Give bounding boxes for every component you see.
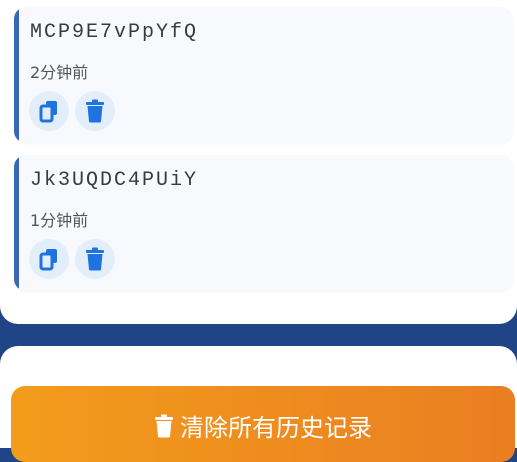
history-panel: MCP9E7vPpYfQ 2分钟前 Jk3UQDC4PUiY 1分钟前 (0, 0, 517, 324)
item-accent-bar (14, 7, 19, 143)
timestamp: 2分钟前 (30, 63, 89, 82)
history-item: Jk3UQDC4PUiY 1分钟前 (14, 155, 513, 291)
copy-button[interactable] (29, 91, 69, 131)
clear-history-button[interactable]: 清除所有历史记录 (11, 386, 515, 462)
copy-button[interactable] (29, 239, 69, 279)
trash-icon (155, 414, 173, 437)
clear-history-label: 清除所有历史记录 (180, 414, 372, 442)
timestamp: 1分钟前 (30, 211, 89, 230)
copy-icon (39, 101, 57, 123)
delete-button[interactable] (75, 91, 115, 131)
password-text: Jk3UQDC4PUiY (30, 169, 199, 192)
copy-icon (39, 249, 57, 271)
trash-icon (86, 247, 104, 271)
trash-icon (86, 99, 104, 123)
delete-button[interactable] (75, 239, 115, 279)
password-text: MCP9E7vPpYfQ (30, 21, 199, 44)
item-accent-bar (14, 155, 19, 291)
history-item: MCP9E7vPpYfQ 2分钟前 (14, 7, 513, 143)
